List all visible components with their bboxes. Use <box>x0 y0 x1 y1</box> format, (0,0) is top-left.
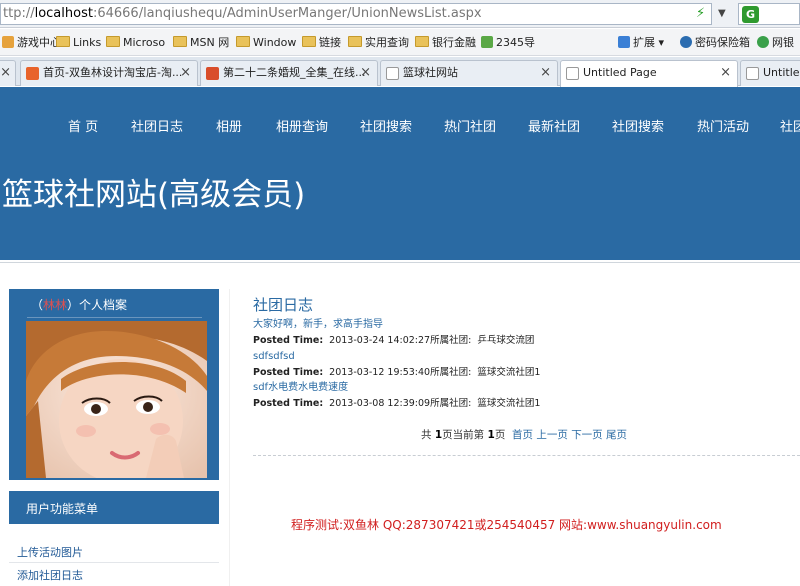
bookmark-msn[interactable]: MSN 网 <box>173 34 229 52</box>
folder-icon <box>236 36 250 47</box>
news-meta: Posted Time: 2013-03-08 12:39:09所属社团: 篮球… <box>253 398 541 409</box>
tab-bar: × 首页-双鱼林设计淘宝店-淘... × 第二十二条婚规_全集_在线... × … <box>0 57 800 87</box>
password-safe-button[interactable]: 密码保险箱 <box>680 34 750 52</box>
extensions-button[interactable]: 扩展 ▾ <box>618 34 664 52</box>
avatar <box>26 321 207 478</box>
page-icon <box>566 67 579 80</box>
url-prefix: ttp:// <box>3 6 35 21</box>
username[interactable]: 林林 <box>43 298 67 312</box>
news-title[interactable]: 大家好啊，新手，求高手指导 <box>253 317 753 332</box>
bookmark-links-cn[interactable]: 链接 <box>302 34 341 52</box>
key-icon <box>680 36 692 48</box>
nav-new-clubs[interactable]: 最新社团 <box>528 116 580 135</box>
page-icon <box>386 67 399 80</box>
tab-basketball-site[interactable]: 篮球社网站 × <box>380 60 558 86</box>
header-divider <box>0 262 800 263</box>
browser-address-bar: ttp://localhost:64666/lanqiushequ/AdminU… <box>0 0 800 28</box>
close-icon[interactable]: × <box>360 61 371 85</box>
site-header: 首 页 社团日志 相册 相册查询 社团搜索 热门社团 最新社团 社团搜索 热门活… <box>0 87 800 260</box>
pager: 共 1页当前第 1页 首页 上一页 下一页 尾页 <box>421 429 628 441</box>
menu-add-club-log[interactable]: 添加社团日志 <box>17 567 83 583</box>
nav-club-search-2[interactable]: 社团搜索 <box>612 116 664 135</box>
news-meta: Posted Time: 2013-03-24 14:02:27所属社团: 乒乓… <box>253 335 535 346</box>
tab-untitled[interactable]: Untitled <box>740 60 800 86</box>
first-page-link[interactable]: 首页 <box>512 429 533 441</box>
tab-untitled-active[interactable]: Untitled Page × <box>560 60 738 87</box>
menu-divider <box>9 562 219 563</box>
bookmark-windows[interactable]: Window <box>236 34 296 52</box>
search-engine-icon[interactable]: G <box>742 6 759 23</box>
tab-video[interactable]: 第二十二条婚规_全集_在线... × <box>200 60 378 86</box>
game-icon <box>2 36 14 48</box>
bookmark-banking[interactable]: 银行金融 <box>415 34 476 52</box>
list-item: sdf水电费水电费速度 Posted Time: 2013-03-08 12:3… <box>253 380 753 412</box>
shield-icon <box>757 36 769 48</box>
nav-home[interactable]: 首 页 <box>68 116 98 135</box>
bank-button[interactable]: 网银 <box>757 34 794 52</box>
folder-icon <box>173 36 187 47</box>
list-item: sdfsdfsd Posted Time: 2013-03-12 19:53:4… <box>253 349 753 381</box>
lightning-icon[interactable]: ⚡ <box>696 6 708 22</box>
close-icon[interactable]: × <box>180 61 191 85</box>
page-icon <box>746 67 759 80</box>
nav-club[interactable]: 社团 <box>780 116 800 135</box>
tab-taobao[interactable]: 首页-双鱼林设计淘宝店-淘... × <box>20 60 198 86</box>
nav-album-search[interactable]: 相册查询 <box>276 116 328 135</box>
profile-title: （林林）个人档案 <box>31 298 128 312</box>
url-path: :64666/lanqiushequ/AdminUserManger/Union… <box>92 6 482 21</box>
chevron-down-icon[interactable]: ▼ <box>718 6 732 22</box>
bookmark-2345[interactable]: 2345导 <box>481 34 535 52</box>
search-input[interactable]: G <box>738 3 800 25</box>
news-meta: Posted Time: 2013-03-12 19:53:40所属社团: 篮球… <box>253 367 541 378</box>
last-page-link[interactable]: 尾页 <box>606 429 627 441</box>
close-icon[interactable]: × <box>540 61 551 85</box>
user-menu-header: 用户功能菜单 <box>9 491 219 524</box>
bookmark-game-center[interactable]: 游戏中心 <box>2 34 61 52</box>
taobao-icon <box>26 67 39 80</box>
next-page-link[interactable]: 下一页 <box>571 429 603 441</box>
url-host: localhost <box>34 6 93 21</box>
news-title[interactable]: sdfsdfsd <box>253 349 753 364</box>
folder-icon <box>415 36 429 47</box>
close-icon[interactable]: × <box>720 61 731 85</box>
section-title: 社团日志 <box>253 296 314 314</box>
bookmark-microsoft[interactable]: Microso <box>106 34 165 52</box>
nav-club-search[interactable]: 社团搜索 <box>360 116 412 135</box>
nav-hot-clubs[interactable]: 热门社团 <box>444 116 496 135</box>
current-page: 1 <box>487 429 495 441</box>
nav-hot-events[interactable]: 热门活动 <box>697 116 749 135</box>
user-menu-title: 用户功能菜单 <box>26 502 99 516</box>
news-title[interactable]: sdf水电费水电费速度 <box>253 380 753 395</box>
folder-icon <box>56 36 70 47</box>
close-icon[interactable]: × <box>0 61 11 85</box>
tab-close-partial[interactable]: × <box>0 60 16 86</box>
house-icon <box>481 36 493 48</box>
site-title: 篮球社网站(高级会员) <box>2 177 306 213</box>
folder-icon <box>106 36 120 47</box>
profile-divider <box>27 317 202 318</box>
grid-icon <box>618 36 630 48</box>
bookmark-utilities[interactable]: 实用查询 <box>348 34 409 52</box>
column-divider <box>229 289 230 586</box>
profile-panel: （林林）个人档案 <box>9 289 219 480</box>
bookmarks-bar: 游戏中心 Links Microso MSN 网 Window 链接 实用查询 … <box>0 29 800 56</box>
list-item: 大家好啊，新手，求高手指导 Posted Time: 2013-03-24 14… <box>253 317 753 349</box>
content-divider <box>253 455 800 456</box>
menu-upload-photo[interactable]: 上传活动图片 <box>17 544 83 560</box>
bookmark-links[interactable]: Links <box>56 34 101 52</box>
footer-info: 程序测试:双鱼林 QQ:287307421或254540457 网站:www.s… <box>291 518 722 532</box>
nav-club-log[interactable]: 社团日志 <box>131 116 183 135</box>
soku-icon <box>206 67 219 80</box>
prev-page-link[interactable]: 上一页 <box>536 429 568 441</box>
nav-album[interactable]: 相册 <box>216 116 242 135</box>
folder-icon <box>302 36 316 47</box>
avatar-portrait <box>26 321 207 478</box>
url-input[interactable]: ttp://localhost:64666/lanqiushequ/AdminU… <box>0 3 712 25</box>
folder-icon <box>348 36 362 47</box>
